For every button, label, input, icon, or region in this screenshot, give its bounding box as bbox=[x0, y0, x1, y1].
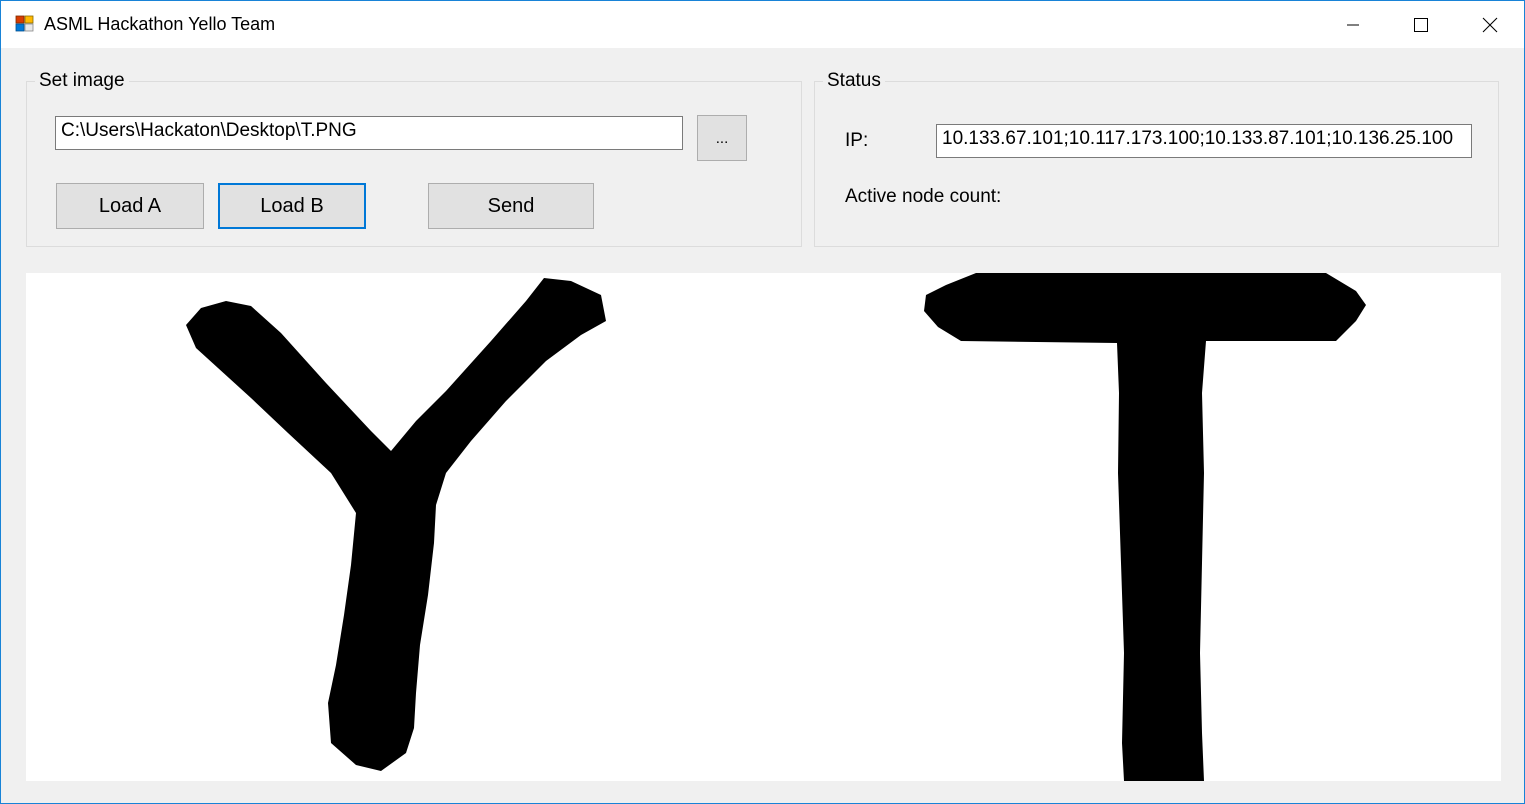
status-legend: Status bbox=[823, 70, 885, 92]
image-b-letter-t bbox=[924, 273, 1366, 781]
image-path-field[interactable]: C:\Users\Hackaton\Desktop\T.PNG bbox=[55, 116, 683, 150]
load-a-button[interactable]: Load A bbox=[56, 183, 204, 229]
image-a-letter-y bbox=[186, 278, 606, 771]
ip-field[interactable]: 10.133.67.101;10.117.173.100;10.133.87.1… bbox=[936, 124, 1472, 158]
minimize-icon bbox=[1347, 24, 1359, 25]
app-window: ASML Hackathon Yello Team Set image C:\U… bbox=[0, 0, 1525, 804]
close-icon bbox=[1482, 17, 1498, 32]
image-preview bbox=[26, 273, 1501, 781]
status-group: Status IP: 10.133.67.101;10.117.173.100;… bbox=[814, 70, 1499, 247]
active-node-count-label: Active node count: bbox=[845, 186, 1002, 207]
set-image-group: Set image C:\Users\Hackaton\Desktop\T.PN… bbox=[26, 70, 802, 247]
title-bar[interactable]: ASML Hackathon Yello Team bbox=[1, 1, 1524, 48]
window-title: ASML Hackathon Yello Team bbox=[44, 14, 276, 34]
close-button[interactable] bbox=[1456, 1, 1524, 48]
send-button[interactable]: Send bbox=[428, 183, 594, 229]
minimize-button[interactable] bbox=[1319, 1, 1387, 48]
set-image-legend: Set image bbox=[35, 70, 129, 92]
maximize-icon bbox=[1414, 17, 1428, 32]
ip-label: IP: bbox=[845, 130, 869, 151]
browse-button[interactable]: ... bbox=[697, 115, 747, 161]
load-b-button[interactable]: Load B bbox=[218, 183, 366, 229]
app-icon bbox=[15, 15, 34, 32]
maximize-button[interactable] bbox=[1387, 1, 1455, 48]
image-canvas bbox=[186, 273, 1366, 781]
